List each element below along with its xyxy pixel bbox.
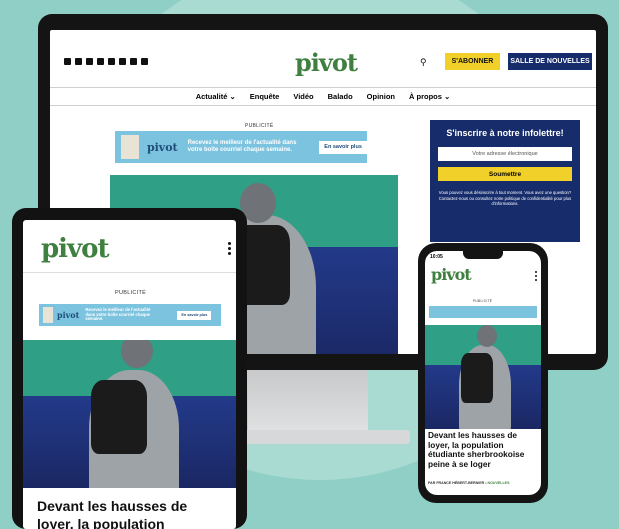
site-logo[interactable]: pivot [295, 48, 358, 77]
tablet-screen: pivot PUBLICITÉ pivot Recevez le meilleu… [23, 220, 236, 529]
desktop-header: pivot ⚲ S'ABONNER SALLE DE NOUVELLES [50, 30, 596, 88]
newsletter-title: S'inscrire à notre infolettre! [446, 128, 564, 138]
tablet-divider [23, 272, 236, 273]
phone-backpack [461, 353, 493, 403]
phone-menu-icon[interactable] [535, 271, 537, 281]
main-nav: Actualité ⌄ Enquête Vidéo Balado Opinion… [50, 88, 596, 106]
mailbox-image [121, 135, 139, 159]
tablet-ad-logo: pivot [57, 310, 80, 320]
email-field[interactable]: Votre adresse électronique [438, 147, 572, 161]
tablet-device: pivot PUBLICITÉ pivot Recevez le meilleu… [12, 208, 247, 529]
nav-video[interactable]: Vidéo [293, 92, 313, 101]
status-time: 10:05 [430, 254, 443, 260]
tablet-ad-label: PUBLICITÉ [115, 290, 147, 296]
nav-enquete[interactable]: Enquête [250, 92, 280, 101]
ad-banner[interactable]: pivot Recevez le meilleur de l'actualité… [115, 131, 367, 163]
byline-author[interactable]: PAR FRANCE HÉBERT-BERNIER [428, 481, 484, 485]
phone-device: 10:05 pivot PUBLICITÉ Devant les hausses… [418, 243, 548, 503]
search-icon[interactable]: ⚲ [420, 57, 427, 68]
youtube-icon[interactable] [75, 58, 82, 65]
phone-ad-banner[interactable] [429, 306, 537, 318]
phone-byline: PAR FRANCE HÉBERT-BERNIER • NOUVELLES [428, 481, 510, 485]
newsroom-button[interactable]: SALLE DE NOUVELLES [508, 53, 592, 70]
tablet-logo[interactable]: pivot [41, 234, 110, 264]
nav-actualite[interactable]: Actualité ⌄ [196, 92, 236, 101]
social-icons [64, 58, 148, 65]
tablet-ad-banner[interactable]: pivot Recevez le meilleur de l'actualité… [39, 304, 221, 326]
monitor-stand [248, 370, 368, 432]
menu-icon[interactable] [228, 242, 231, 255]
phone-student-head [477, 325, 497, 347]
ad-cta-button[interactable]: En savoir plus [319, 140, 367, 154]
tablet-ad-cta-button[interactable]: En savoir plus [177, 310, 212, 320]
nav-opinion[interactable]: Opinion [367, 92, 395, 101]
tablet-hero-image [23, 340, 236, 488]
ad-logo: pivot [146, 140, 178, 154]
newsletter-box: S'inscrire à notre infolettre! Votre adr… [430, 120, 580, 242]
tablet-ad-text: Recevez le meilleur de l'actualité dans … [85, 306, 151, 322]
phone-logo[interactable]: pivot [431, 265, 472, 284]
facebook-icon[interactable] [97, 58, 104, 65]
nav-balado[interactable]: Balado [328, 92, 353, 101]
tablet-headline[interactable]: Devant les hausses de loyer, la populati… [37, 498, 227, 529]
x-icon[interactable] [64, 58, 71, 65]
tablet-backpack [91, 380, 147, 454]
phone-screen: 10:05 pivot PUBLICITÉ Devant les hausses… [425, 251, 541, 495]
phone-ad-label: PUBLICITÉ [473, 299, 493, 303]
byline-category[interactable]: NOUVELLES [488, 481, 510, 485]
ad-label: PUBLICITÉ [245, 123, 274, 129]
linkedin-icon[interactable] [130, 58, 137, 65]
submit-button[interactable]: Soumettre [438, 167, 572, 181]
ad-text: Recevez le meilleur de l'actualité dans … [187, 140, 297, 153]
tablet-mailbox-image [43, 307, 53, 323]
phone-headline[interactable]: Devant les hausses de loyer, la populati… [428, 430, 540, 469]
threads-icon[interactable] [141, 58, 148, 65]
subscribe-button[interactable]: S'ABONNER [445, 53, 500, 70]
nav-a-propos[interactable]: À propos ⌄ [409, 92, 450, 101]
phone-hero-image [425, 325, 541, 429]
phone-notch [463, 251, 503, 259]
rss-icon[interactable] [119, 58, 126, 65]
newsletter-note: Vous pouvez vous désinscrire à tout mome… [438, 190, 572, 207]
instagram-icon[interactable] [108, 58, 115, 65]
tiktok-icon[interactable] [86, 58, 93, 65]
